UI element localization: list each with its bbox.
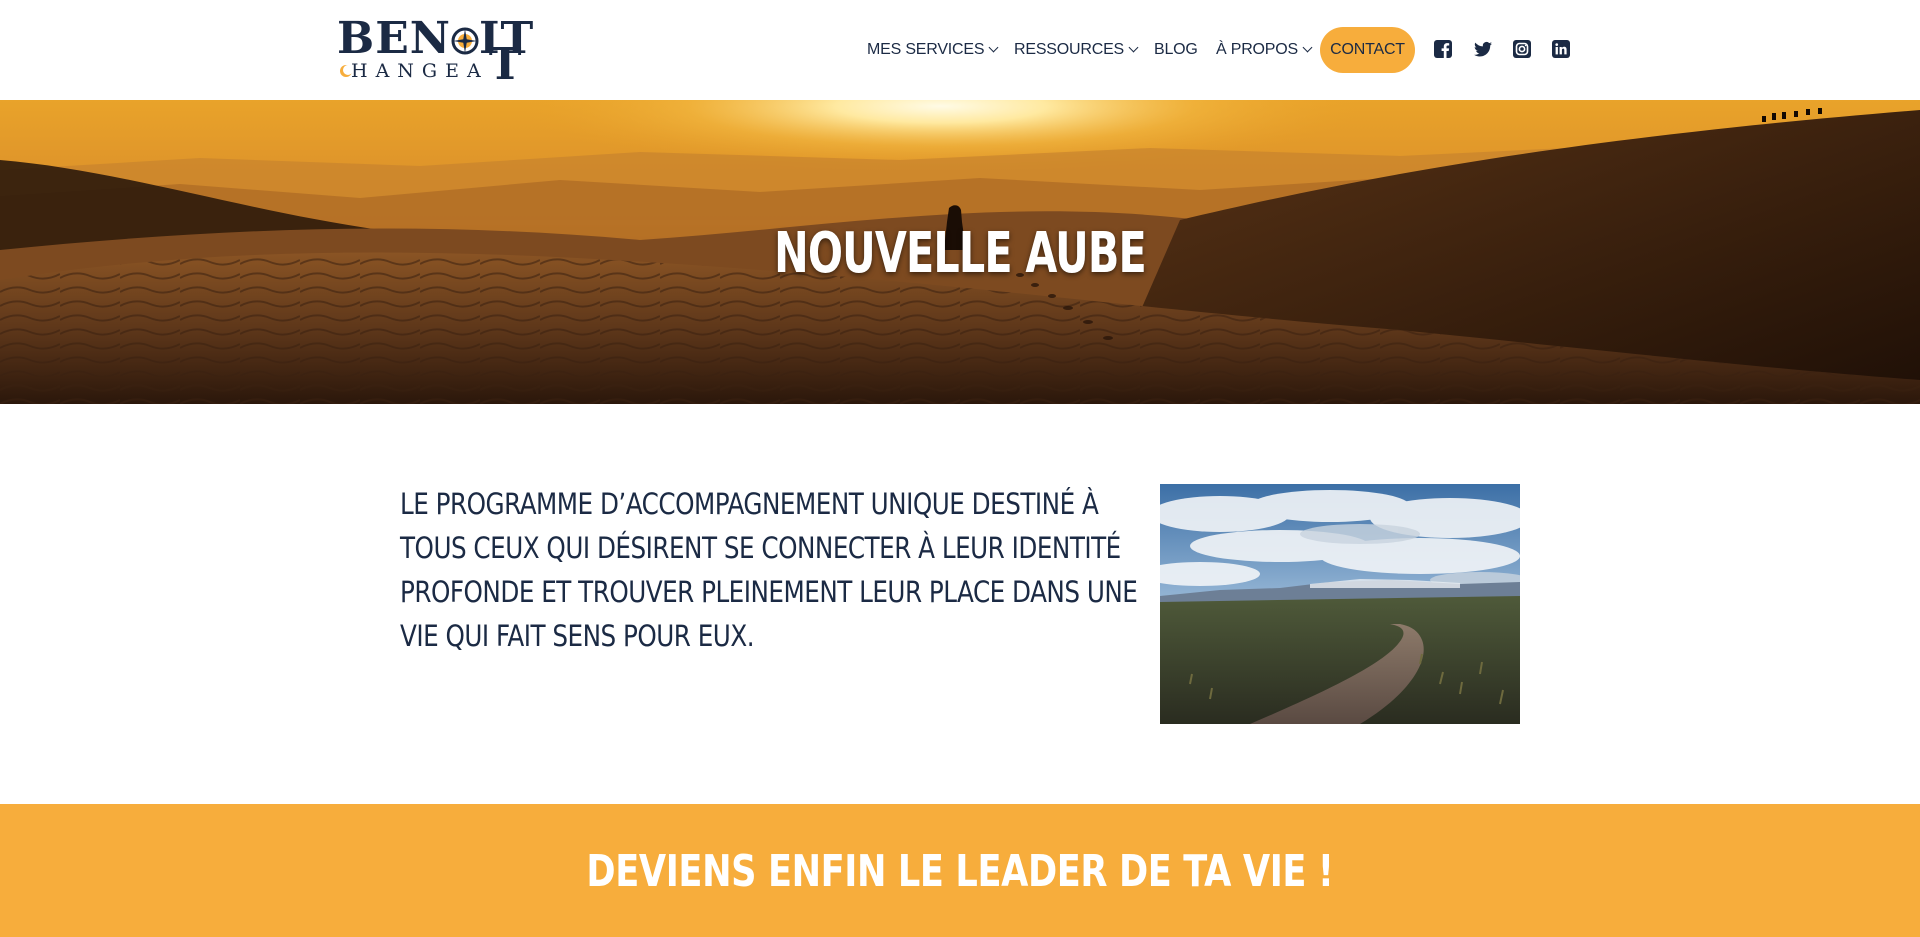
cta-banner: DEVIENS ENFIN LE LEADER DE TA VIE ! bbox=[0, 804, 1920, 937]
chevron-down-icon bbox=[1128, 42, 1139, 53]
contact-button[interactable]: CONTACT bbox=[1320, 27, 1415, 73]
intro-text: LE PROGRAMME D’ACCOMPAGNEMENT UNIQUE DES… bbox=[400, 487, 1138, 653]
instagram-icon[interactable] bbox=[1512, 39, 1532, 59]
nav-item-a-propos[interactable]: À PROPOS bbox=[1216, 27, 1313, 73]
nav-item-label: À PROPOS bbox=[1216, 41, 1298, 58]
facebook-icon[interactable] bbox=[1433, 39, 1453, 59]
nav-item-blog[interactable]: BLOG bbox=[1154, 27, 1198, 73]
twitter-icon[interactable] bbox=[1473, 39, 1493, 59]
main-navigation: MES SERVICES RESSOURCES BLOG À PROPOS CO… bbox=[0, 27, 1920, 73]
nav-item-ressources[interactable]: RESSOURCES bbox=[1014, 27, 1139, 73]
nav-item-label: RESSOURCES bbox=[1014, 41, 1125, 58]
chevron-down-icon bbox=[1302, 42, 1313, 53]
hero-title: NOUVELLE AUBE bbox=[774, 221, 1147, 286]
nav-item-label: MES SERVICES bbox=[867, 41, 985, 58]
nav-item-label: BLOG bbox=[1154, 41, 1198, 58]
nav-item-mes-services[interactable]: MES SERVICES bbox=[867, 27, 999, 73]
road-landscape-image bbox=[1160, 484, 1520, 724]
site-header: BEN IT HANGEAT MES SERVICES RESSOURCES B… bbox=[0, 0, 1920, 100]
cta-title: DEVIENS ENFIN LE LEADER DE TA VIE ! bbox=[586, 846, 1334, 897]
chevron-down-icon bbox=[988, 42, 999, 53]
linkedin-icon[interactable] bbox=[1551, 39, 1571, 59]
hero-banner: NOUVELLE AUBE bbox=[0, 100, 1920, 404]
